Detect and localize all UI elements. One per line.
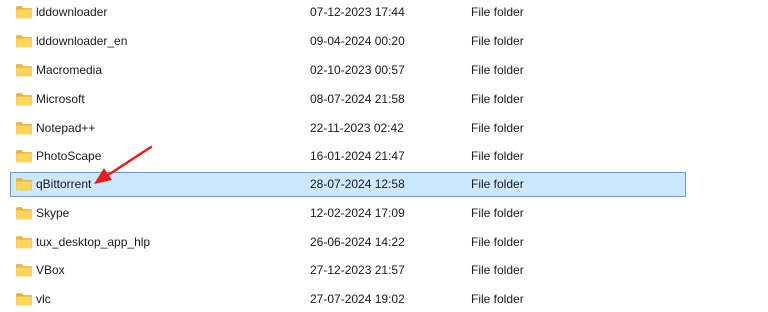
file-type: File folder	[471, 235, 524, 249]
file-type: File folder	[471, 5, 524, 19]
file-row[interactable]: tux_desktop_app_hlp 26-06-2024 14:22 Fil…	[10, 230, 686, 254]
file-date-modified: 22-11-2023 02:42	[310, 121, 404, 135]
file-date-modified: 27-12-2023 21:57	[310, 263, 405, 277]
file-type: File folder	[471, 34, 524, 48]
file-name: lddownloader_en	[36, 34, 128, 48]
file-name: vlc	[36, 292, 51, 306]
file-name: PhotoScape	[36, 149, 102, 163]
file-date-modified: 26-06-2024 14:22	[310, 235, 405, 249]
folder-icon	[16, 93, 32, 106]
file-name: Macromedia	[36, 63, 103, 77]
file-row[interactable]: PhotoScape 16-01-2024 21:47 File folder	[10, 144, 686, 168]
file-row[interactable]: lddownloader_en 09-04-2024 00:20 File fo…	[10, 29, 686, 53]
file-type: File folder	[471, 177, 524, 191]
file-date-modified: 28-07-2024 12:58	[310, 177, 405, 191]
file-row[interactable]: lddownloader 07-12-2023 17:44 File folde…	[10, 0, 686, 24]
file-date-modified: 27-07-2024 19:02	[310, 292, 405, 306]
file-row[interactable]: Skype 12-02-2024 17:09 File folder	[10, 201, 686, 225]
file-name: Skype	[36, 206, 70, 220]
file-name: tux_desktop_app_hlp	[36, 235, 151, 249]
file-type: File folder	[471, 92, 524, 106]
folder-icon	[16, 236, 32, 249]
folder-icon	[16, 178, 32, 191]
file-row[interactable]: VBox 27-12-2023 21:57 File folder	[10, 258, 686, 282]
file-date-modified: 08-07-2024 21:58	[310, 92, 405, 106]
folder-icon	[16, 207, 32, 220]
folder-icon	[16, 264, 32, 277]
file-name: lddownloader	[36, 5, 108, 19]
file-date-modified: 07-12-2023 17:44	[310, 5, 405, 19]
file-row[interactable]: Microsoft 08-07-2024 21:58 File folder	[10, 87, 686, 111]
file-row[interactable]: vlc 27-07-2024 19:02 File folder	[10, 287, 686, 311]
file-date-modified: 02-10-2023 00:57	[310, 63, 405, 77]
folder-icon	[16, 122, 32, 135]
folder-icon	[16, 6, 32, 19]
file-date-modified: 12-02-2024 17:09	[310, 206, 405, 220]
folder-icon	[16, 64, 32, 77]
folder-icon	[16, 35, 32, 48]
file-row[interactable]: Notepad++ 22-11-2023 02:42 File folder	[10, 116, 686, 140]
file-type: File folder	[471, 206, 524, 220]
file-name: Microsoft	[36, 92, 85, 106]
file-name: qBittorrent	[36, 177, 92, 191]
file-type: File folder	[471, 292, 524, 306]
file-name: Notepad++	[36, 121, 96, 135]
file-list: lddownloader 07-12-2023 17:44 File folde…	[0, 0, 768, 312]
file-type: File folder	[471, 121, 524, 135]
file-type: File folder	[471, 149, 524, 163]
file-date-modified: 09-04-2024 00:20	[310, 34, 405, 48]
file-row-selected[interactable]: qBittorrent 28-07-2024 12:58 File folder	[10, 172, 686, 197]
file-type: File folder	[471, 63, 524, 77]
folder-icon	[16, 150, 32, 163]
file-date-modified: 16-01-2024 21:47	[310, 149, 405, 163]
file-row[interactable]: Macromedia 02-10-2023 00:57 File folder	[10, 58, 686, 82]
file-type: File folder	[471, 263, 524, 277]
file-name: VBox	[36, 263, 65, 277]
folder-icon	[16, 293, 32, 306]
